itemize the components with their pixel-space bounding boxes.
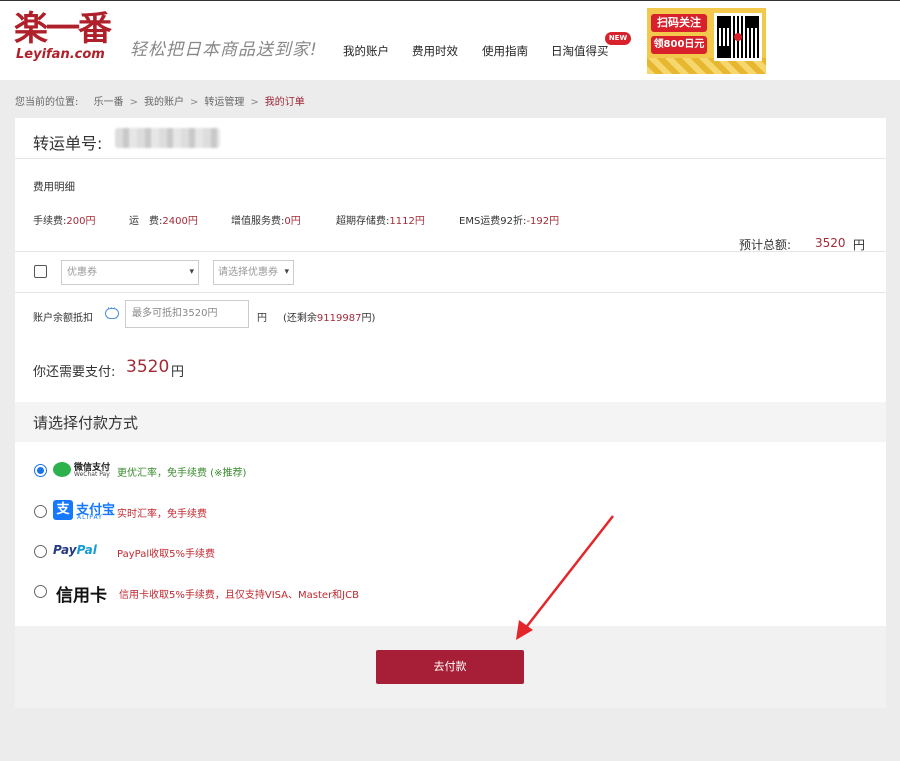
nav-deals[interactable]: 日淘值得买 [551, 43, 609, 59]
site-header: 楽一番 Leyifan.com 轻松把日本商品送到家! 我的账户 费用时效 使用… [0, 0, 900, 80]
paypal-note: PayPal收取5%手续费 [117, 549, 215, 560]
breadcrumb-item-home[interactable]: 乐一番 [94, 97, 124, 108]
order-number-redacted [115, 128, 220, 148]
nav-my-account[interactable]: 我的账户 [343, 43, 389, 59]
slogan: 轻松把日本商品送到家! [130, 40, 318, 60]
alipay-icon: 支 [53, 500, 73, 520]
chevron-down-icon: ▾ [189, 267, 194, 277]
breadcrumb-item-forwarding[interactable]: 转运管理 [204, 97, 244, 108]
credit-card-label[interactable]: 信用卡 [56, 581, 107, 606]
fee-handling: 手续费:200円 [33, 216, 96, 227]
radio-wechat-pay[interactable] [34, 464, 47, 477]
radio-credit-card[interactable] [34, 585, 47, 598]
nav-fees[interactable]: 费用时效 [412, 43, 458, 59]
wechat-pay-logo[interactable]: 微信支付 WeChat Pay [53, 460, 115, 480]
breadcrumb-current[interactable]: 我的订单 [265, 97, 305, 108]
breadcrumb-sep: > [189, 97, 199, 108]
payment-method-header: 请选择付款方式 [15, 402, 886, 442]
promo-line1: 扫码关注 [651, 14, 707, 32]
fee-value-added: 增值服务费:0円 [231, 216, 301, 227]
payable-label: 你还需要支付: [33, 365, 116, 380]
breadcrumb-sep: > [129, 97, 138, 108]
alipay-logo[interactable]: 支 支付宝 ALIPAY [53, 500, 123, 522]
paypal-logo[interactable]: PayPal [53, 543, 97, 557]
new-badge: NEW [605, 32, 631, 45]
balance-unit: 円 [257, 313, 267, 324]
logo-cn: 楽一番 [14, 9, 112, 49]
fee-ems-discount: EMS运费92折:-192円 [459, 216, 560, 227]
qr-code-icon [714, 13, 762, 61]
promo-line2: 领800日元 [651, 36, 707, 54]
fee-detail-title: 费用明细 [33, 181, 75, 193]
site-logo[interactable]: 楽一番 Leyifan.com [14, 9, 124, 65]
balance-label: 账户余额抵扣 [33, 313, 93, 324]
divider [15, 158, 886, 159]
promo-banner[interactable]: 扫码关注 领800日元 [647, 8, 766, 74]
balance-deduct-input[interactable]: 最多可抵扣3520円 [125, 300, 249, 328]
logo-en: Leyifan.com [16, 47, 105, 62]
breadcrumb-prefix: 您当前的位置: [15, 97, 79, 108]
breadcrumb-item-account[interactable]: 我的账户 [144, 97, 184, 108]
breadcrumb: 您当前的位置: 乐一番 > 我的账户 > 转运管理 > 我的订单 [15, 93, 305, 108]
wechat-icon [53, 462, 71, 477]
coupon-type-select[interactable]: 优惠券 ▾ [61, 260, 199, 285]
fee-storage: 超期存储费:1112円 [336, 216, 425, 227]
coupon-checkbox[interactable] [34, 265, 47, 278]
balance-remaining: (还剩余9119987円) [283, 313, 376, 324]
help-chat-icon[interactable] [105, 304, 119, 319]
total-value: 3520 [815, 236, 846, 250]
breadcrumb-sep: > [250, 97, 259, 108]
order-title: 转运单号: [33, 134, 103, 153]
radio-paypal[interactable] [34, 545, 47, 558]
pay-button[interactable]: 去付款 [376, 650, 524, 684]
order-panel: 转运单号: 费用明细 手续费:200円 运 费:2400円 增值服务费:0円 超… [15, 118, 886, 708]
divider [15, 251, 886, 252]
wechat-pay-note: 更优汇率，免手续费 (※推荐) [117, 468, 247, 479]
credit-card-note: 信用卡收取5%手续费，且仅支持VISA、Master和JCB [119, 590, 359, 601]
coupon-select[interactable]: 请选择优惠券 ▾ [213, 260, 294, 285]
divider [15, 292, 886, 293]
fee-shipping: 运 费:2400円 [129, 216, 198, 227]
payment-method-title: 请选择付款方式 [33, 414, 139, 432]
alipay-note: 实时汇率，免手续费 [117, 509, 207, 520]
chevron-down-icon: ▾ [284, 267, 289, 277]
nav-guide[interactable]: 使用指南 [482, 43, 528, 59]
payable-unit: 円 [171, 365, 185, 380]
payable-amount: 3520 [126, 357, 170, 377]
radio-alipay[interactable] [34, 505, 47, 518]
